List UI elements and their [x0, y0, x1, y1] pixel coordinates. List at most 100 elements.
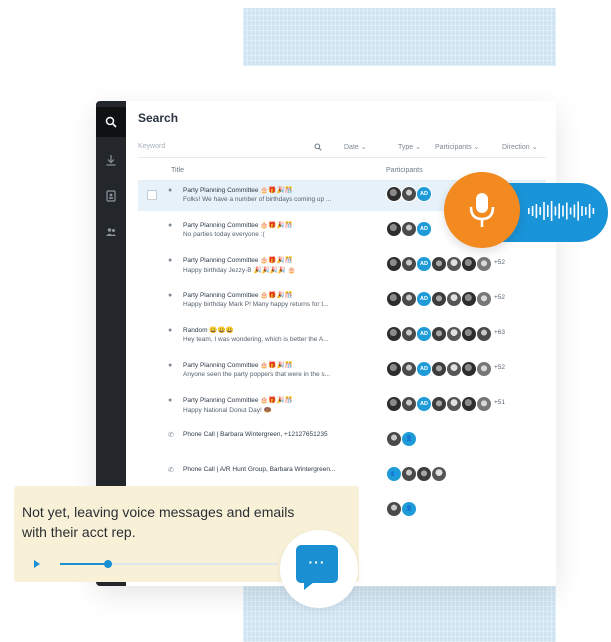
result-row[interactable]: ● Random 😀😀😀 Hey team, I was wondering, wh…	[138, 321, 546, 351]
search-icon[interactable]	[314, 143, 322, 153]
avatar	[386, 361, 402, 377]
result-row[interactable]: ● Party Planning Committee 🎂🎁🎉🎊 Happy Nati…	[138, 391, 546, 421]
sound-wave-bar	[588, 204, 591, 218]
avatar-initials: AD	[416, 361, 432, 377]
avatar	[386, 396, 402, 412]
avatar	[401, 466, 417, 482]
chat-icon: ●	[168, 327, 173, 334]
more-participants-count: +52	[494, 259, 506, 266]
result-row[interactable]: ● Party Planning Committee 🎂🎁🎉🎊 Anyone see…	[138, 356, 546, 386]
avatar	[446, 326, 462, 342]
chat-icon: ●	[168, 222, 173, 229]
sidebar-contacts-button[interactable]	[96, 181, 126, 211]
column-header-participants: Participants	[386, 167, 423, 174]
result-row[interactable]: ✆ Phone Call | Barbara Wintergreen, +1212…	[138, 426, 546, 456]
people-icon	[106, 228, 116, 236]
avatar-initials: AD	[416, 326, 432, 342]
avatar-initials: AD	[416, 256, 432, 272]
row-preview: Folks! We have a number of birthdays com…	[183, 196, 332, 203]
avatar	[401, 291, 417, 307]
row-title: Party Planning Committee 🎂🎁🎉🎊	[183, 292, 293, 299]
avatar	[401, 221, 417, 237]
sidebar-people-button[interactable]	[96, 217, 126, 247]
result-row[interactable]: ● Party Planning Committee 🎂🎁🎉🎊 Happy birt…	[138, 286, 546, 316]
sidebar-search-button[interactable]	[96, 107, 126, 137]
chat-icon: ●	[168, 257, 173, 264]
avatar-initials: AD	[416, 186, 432, 202]
sound-wave-bar	[581, 206, 583, 216]
row-preview: No parties today everyone :(	[183, 231, 265, 238]
more-participants-count: +51	[494, 399, 506, 406]
result-row[interactable]: ● Party Planning Committee 🎂🎁🎉🎊 Happy birt…	[138, 251, 546, 281]
row-title: Random 😀😀😀	[183, 327, 234, 334]
date-filter-dropdown[interactable]: Date ⌄	[344, 143, 367, 151]
avatar	[461, 291, 477, 307]
avatar-initials: AD	[416, 291, 432, 307]
download-icon	[106, 155, 116, 166]
sound-wave-bar	[535, 204, 538, 218]
audio-progress-slider[interactable]	[60, 560, 278, 568]
avatar	[401, 186, 417, 202]
more-participants-count: +63	[494, 329, 506, 336]
avatar	[476, 396, 492, 412]
sound-wave-bar	[528, 208, 530, 214]
avatar	[461, 361, 477, 377]
sound-wave-bar	[577, 201, 579, 221]
participants-filter-dropdown[interactable]: Participants ⌄	[435, 143, 479, 151]
row-title: Party Planning Committee 🎂🎁🎉🎊	[183, 187, 293, 194]
avatar	[431, 466, 447, 482]
avatar	[431, 396, 447, 412]
page-title: Search	[138, 111, 179, 125]
sound-wave-bar	[569, 207, 572, 215]
row-title: Phone Call | Barbara Wintergreen, +12127…	[183, 431, 328, 438]
row-title: Party Planning Committee 🎂🎁🎉🎊	[183, 257, 293, 264]
sound-wave-bar	[539, 207, 541, 215]
avatar	[431, 256, 447, 272]
direction-filter-dropdown[interactable]: Direction ⌄	[502, 143, 537, 151]
avatar	[461, 256, 477, 272]
row-preview: Happy National Donut Day! 🍩	[183, 407, 272, 414]
sound-wave-bar	[573, 204, 576, 218]
avatar	[431, 291, 447, 307]
avatar	[386, 256, 402, 272]
chat-bubble-icon[interactable]: ···	[296, 545, 338, 583]
avatar	[401, 361, 417, 377]
microphone-button[interactable]	[444, 172, 520, 248]
contacts-book-icon	[106, 190, 116, 202]
avatar	[386, 501, 402, 517]
avatar-initials: AD	[416, 396, 432, 412]
sound-wave-icon	[528, 201, 595, 221]
column-header-title: Title	[171, 167, 184, 174]
row-title: Phone Call | A/R Hunt Group, Barbara Win…	[183, 466, 336, 473]
chat-icon: ●	[168, 292, 173, 299]
sound-wave-bar	[562, 205, 564, 217]
avatar	[386, 326, 402, 342]
avatar-group-icon: 👥	[386, 466, 402, 482]
row-checkbox[interactable]	[147, 190, 157, 200]
row-title: Party Planning Committee 🎂🎁🎉🎊	[183, 397, 293, 404]
audio-progress-fill	[60, 563, 108, 565]
avatar	[446, 361, 462, 377]
sidebar-download-button[interactable]	[96, 145, 126, 175]
sound-wave-bar	[547, 205, 549, 217]
avatar	[401, 326, 417, 342]
row-title: Party Planning Committee 🎂🎁🎉🎊	[183, 222, 293, 229]
decorative-blue-panel-top	[243, 8, 556, 66]
avatar	[461, 326, 477, 342]
sound-wave-bar	[554, 206, 557, 216]
chat-icon: ●	[168, 397, 173, 404]
avatar	[401, 256, 417, 272]
sound-wave-bar	[585, 207, 587, 215]
sound-wave-bar	[566, 202, 568, 220]
chat-icon: ●	[168, 187, 173, 194]
audio-progress-handle[interactable]	[103, 560, 112, 568]
more-participants-count: +52	[494, 294, 506, 301]
avatar-initials: AD	[416, 221, 432, 237]
avatar	[461, 396, 477, 412]
avatar	[401, 396, 417, 412]
avatar	[431, 326, 447, 342]
type-filter-dropdown[interactable]: Type ⌄	[398, 143, 421, 151]
keyword-input[interactable]: Keyword	[138, 143, 165, 150]
play-icon[interactable]	[34, 560, 40, 568]
avatar	[446, 291, 462, 307]
